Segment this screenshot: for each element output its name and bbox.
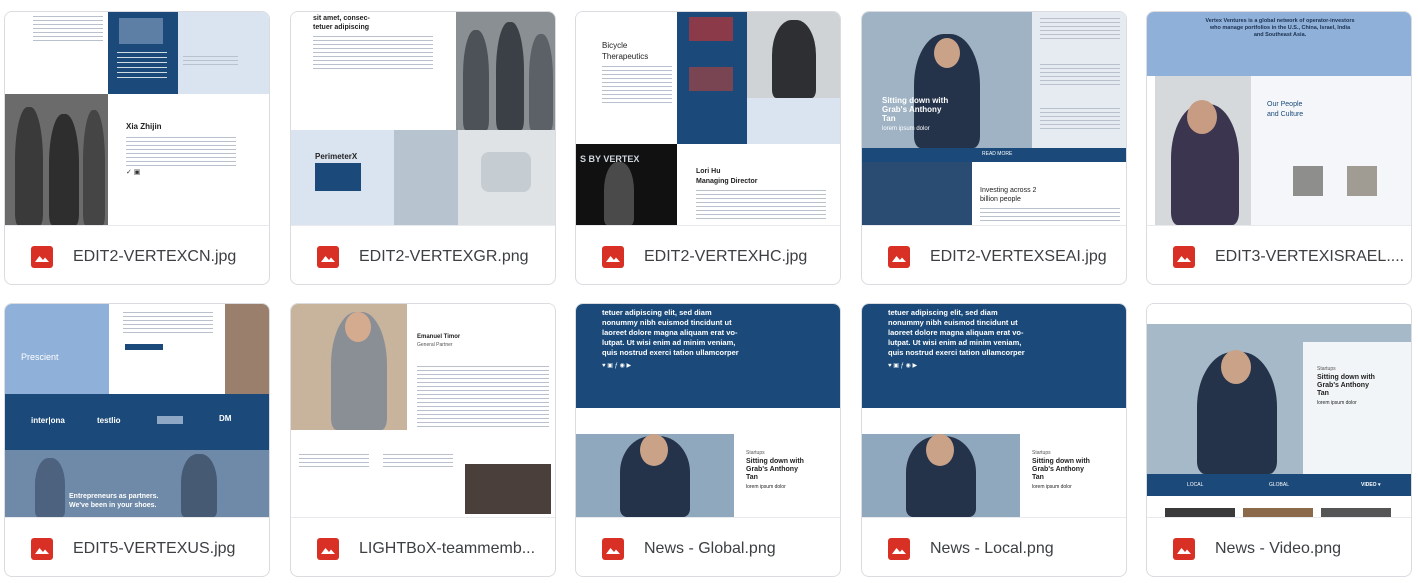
thumb-category: Startups — [746, 450, 765, 456]
thumb-section: Our People and Culture — [1267, 101, 1304, 118]
thumb-role: Managing Director — [696, 178, 758, 185]
file-footer: EDIT2-VERTEXGR.png — [291, 225, 555, 284]
thumb-tagline: Entrepreneurs as partners. We've been in… — [69, 493, 159, 509]
file-footer: EDIT2-VERTEXCN.jpg — [5, 225, 269, 284]
file-thumbnail: Sitting down with Grab's Anthony Tan lor… — [862, 12, 1126, 225]
file-thumbnail: sit amet, consec- tetuer adipiscing Peri… — [291, 12, 555, 225]
tab-local: LOCAL — [1187, 482, 1204, 488]
logo-4: DM — [219, 414, 232, 423]
file-name: LIGHTBoX-teammemb... — [359, 539, 536, 557]
thumb-company: Prescient — [21, 352, 59, 362]
image-file-icon — [602, 537, 624, 560]
image-file-icon — [602, 245, 624, 268]
file-name: EDIT2-VERTEXGR.png — [359, 247, 529, 265]
file-card[interactable]: Bicycle Therapeutics S BY VERTEX Lori Hu… — [575, 11, 841, 285]
file-name: News - Local.png — [930, 539, 1054, 557]
file-footer: EDIT2-VERTEXHC.jpg — [576, 225, 840, 284]
image-file-icon — [317, 245, 339, 268]
logo-2: testlio — [97, 416, 121, 425]
thumb-category: Startups — [1032, 450, 1051, 456]
thumb-invest: Investing across 2 billion people — [980, 187, 1037, 203]
file-name: EDIT5-VERTEXUS.jpg — [73, 539, 236, 557]
image-file-icon — [1173, 537, 1195, 560]
file-footer: News - Video.png — [1147, 517, 1411, 576]
image-file-icon — [888, 245, 910, 268]
thumb-subline: lorem ipsum dolor — [882, 126, 930, 132]
file-grid: Xia Zhijin ✓ ▣ EDIT2-VERTEXCN.jpg sit am… — [4, 11, 1414, 581]
file-card[interactable]: Startups Sitting down with Grab's Anthon… — [1146, 303, 1412, 577]
file-card[interactable]: Xia Zhijin ✓ ▣ EDIT2-VERTEXCN.jpg — [4, 11, 270, 285]
thumb-banner: Vertex Ventures is a global network of o… — [1205, 18, 1355, 38]
thumb-headline: Sitting down with Grab's Anthony Tan — [1317, 374, 1375, 397]
image-file-icon — [31, 245, 53, 268]
file-footer: News - Global.png — [576, 517, 840, 576]
file-card[interactable]: Vertex Ventures is a global network of o… — [1146, 11, 1412, 285]
file-footer: LIGHTBoX-teammemb... — [291, 517, 555, 576]
thumb-role: General Partner — [417, 342, 453, 348]
file-card[interactable]: tetuer adipiscing elit, sed diam nonummy… — [575, 303, 841, 577]
file-thumbnail: tetuer adipiscing elit, sed diam nonummy… — [576, 304, 840, 517]
thumb-subline: lorem ipsum dolor — [1032, 484, 1072, 490]
file-name: News - Video.png — [1215, 539, 1341, 557]
image-file-icon — [888, 537, 910, 560]
file-card[interactable]: tetuer adipiscing elit, sed diam nonummy… — [861, 303, 1127, 577]
file-thumbnail: Emanuel Timor General Partner — [291, 304, 555, 517]
file-card[interactable]: Emanuel Timor General Partner LIGHTBoX-t… — [290, 303, 556, 577]
file-thumbnail: Vertex Ventures is a global network of o… — [1147, 12, 1411, 225]
thumb-headline: Sitting down with Grab's Anthony Tan — [746, 458, 804, 481]
file-footer: News - Local.png — [862, 517, 1126, 576]
file-name: EDIT2-VERTEXSEAI.jpg — [930, 247, 1107, 265]
thumb-headline: Sitting down with Grab's Anthony Tan — [1032, 458, 1090, 481]
image-file-icon — [31, 537, 53, 560]
file-thumbnail: Bicycle Therapeutics S BY VERTEX Lori Hu… — [576, 12, 840, 225]
image-file-icon — [317, 537, 339, 560]
thumb-heading: tetuer adipiscing elit, sed diam nonummy… — [888, 308, 1025, 357]
file-card[interactable]: Prescient inter|ona testlio DM Entrepren… — [4, 303, 270, 577]
read-more-link: READ MORE — [982, 151, 1013, 157]
file-name: EDIT2-VERTEXCN.jpg — [73, 247, 237, 265]
file-thumbnail: Prescient inter|ona testlio DM Entrepren… — [5, 304, 269, 517]
thumb-category: Startups — [1317, 366, 1336, 372]
thumb-name: Lori Hu — [696, 168, 721, 175]
tab-global: GLOBAL — [1269, 482, 1290, 488]
file-footer: EDIT3-VERTEXISRAEL.... — [1147, 225, 1411, 284]
file-name: EDIT2-VERTEXHC.jpg — [644, 247, 808, 265]
file-thumbnail: tetuer adipiscing elit, sed diam nonummy… — [862, 304, 1126, 517]
file-card[interactable]: sit amet, consec- tetuer adipiscing Peri… — [290, 11, 556, 285]
image-file-icon — [1173, 245, 1195, 268]
logo-1: inter|ona — [31, 416, 65, 425]
file-name: News - Global.png — [644, 539, 776, 557]
file-thumbnail: Xia Zhijin ✓ ▣ — [5, 12, 269, 225]
thumb-name: Emanuel Timor — [417, 334, 461, 340]
thumb-subline: lorem ipsum dolor — [746, 484, 786, 490]
thumb-title: Xia Zhijin — [126, 122, 162, 131]
file-card[interactable]: Sitting down with Grab's Anthony Tan lor… — [861, 11, 1127, 285]
file-thumbnail: Startups Sitting down with Grab's Anthon… — [1147, 304, 1411, 517]
thumb-headline: Sitting down with Grab's Anthony Tan — [882, 96, 949, 123]
thumb-heading: Bicycle Therapeutics — [602, 41, 649, 61]
file-footer: EDIT5-VERTEXUS.jpg — [5, 517, 269, 576]
thumb-heading: sit amet, consec- tetuer adipiscing — [313, 15, 370, 31]
thumb-subline: lorem ipsum dolor — [1317, 400, 1357, 406]
tab-video: VIDEO ▾ — [1361, 482, 1381, 488]
thumb-subhead: PerimeterX — [315, 152, 358, 161]
thumb-heading: tetuer adipiscing elit, sed diam nonummy… — [602, 308, 739, 357]
file-name: EDIT3-VERTEXISRAEL.... — [1215, 247, 1405, 265]
file-footer: EDIT2-VERTEXSEAI.jpg — [862, 225, 1126, 284]
